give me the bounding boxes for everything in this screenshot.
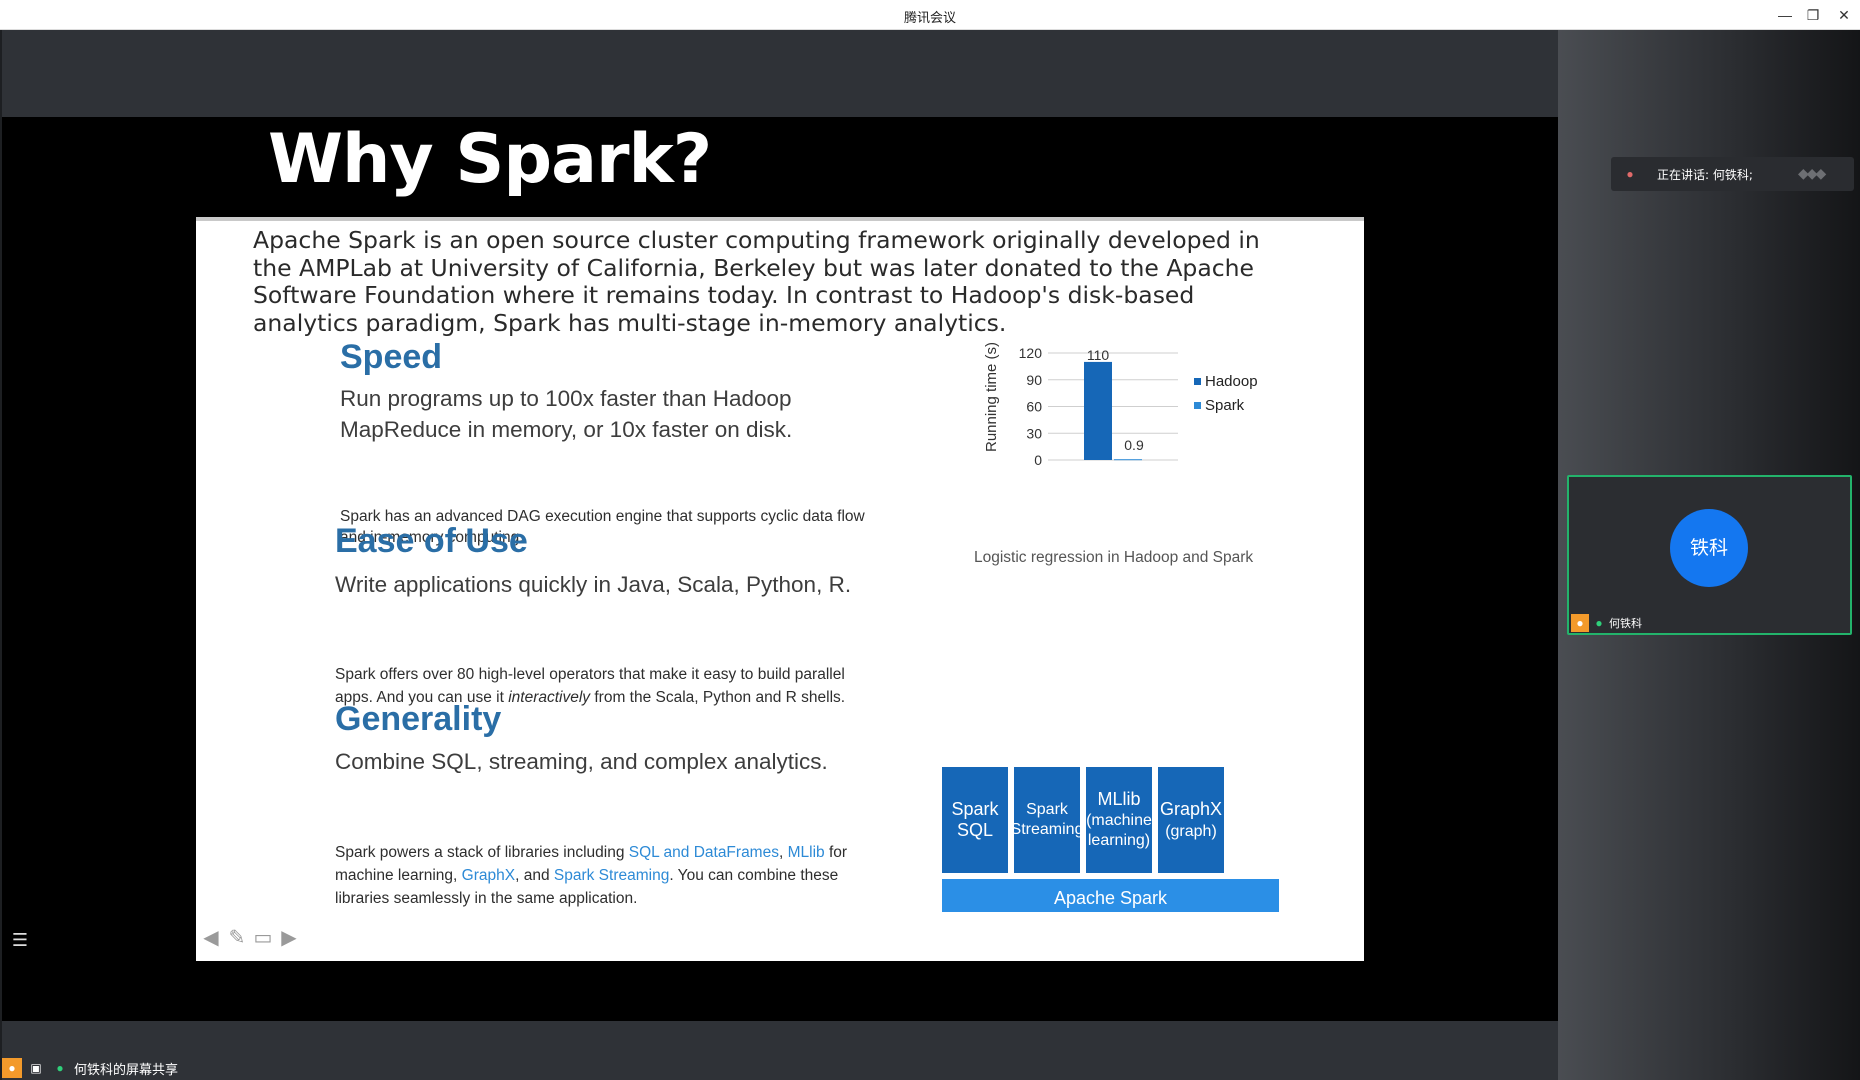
bar-hadoop <box>1084 361 1112 460</box>
avatar: 铁科 <box>1670 509 1748 587</box>
running-time-chart: 0 30 60 90 120 110 0.9 Running time (s) Hadoo… <box>983 342 1258 468</box>
stack-box1-line1: Spark <box>951 799 999 819</box>
y-tick-label: 60 <box>1026 399 1042 415</box>
speaking-indicator: ● 正在讲话: 何铁科; ◆◆◆ <box>1611 157 1854 191</box>
intro-paragraph: Apache Spark is an open source cluster c… <box>253 226 1260 337</box>
ease-heading: Ease of Use <box>335 522 528 560</box>
legend-label: Spark <box>1205 397 1245 414</box>
participant-video-tile[interactable]: 铁科 ● ● 何铁科 <box>1567 475 1852 635</box>
window-title: 腾讯会议 <box>903 10 956 25</box>
share-top-band <box>2 30 1558 117</box>
stack-apache-spark: Apache Spark <box>942 879 1279 912</box>
y-tick-label: 30 <box>1026 425 1042 441</box>
stack-mllib: MLlib (machine learning) <box>1086 767 1152 873</box>
screen-share-icon: ▣ <box>30 1061 42 1075</box>
gen-d2a: machine learning, <box>335 867 462 884</box>
title-bar: 腾讯会议 — ❐ ✕ <box>0 0 1860 30</box>
restore-icon[interactable]: ❐ <box>1800 4 1826 26</box>
generality-lead: Combine SQL, streaming, and complex anal… <box>335 749 828 774</box>
ease-lead: Write applications quickly in Java, Scal… <box>335 572 852 597</box>
participant-name: 何铁科 <box>1609 617 1642 630</box>
mic-muted-icon: ● <box>1626 167 1634 181</box>
generality-detail-1: Spark powers a stack of libraries includ… <box>335 841 847 864</box>
data-label: 0.9 <box>1124 437 1144 453</box>
user-icon: ● <box>2 1058 22 1078</box>
link-mllib[interactable]: MLlib <box>788 844 825 861</box>
stack-box3-line3: learning) <box>1087 832 1151 849</box>
y-tick-label: 120 <box>1019 345 1043 361</box>
link-graphx[interactable]: GraphX <box>462 867 515 884</box>
participant-footer: ● ● 何铁科 <box>1571 613 1642 633</box>
slide-content: Apache Spark is an open source cluster c… <box>196 217 1364 961</box>
share-bottom-band <box>2 1021 1558 1080</box>
list-icon[interactable]: ☰ <box>8 928 32 952</box>
chart-legend: Hadoop Spark <box>1194 373 1258 414</box>
stack-box3-line2: (machine <box>1086 812 1152 829</box>
link-spark-streaming[interactable]: Spark Streaming <box>554 867 669 884</box>
share-label: 何铁科的屏幕共享 <box>74 1062 179 1078</box>
stack-box2-line1: Spark <box>1026 801 1068 818</box>
generality-detail-3: libraries seamlessly in the same applica… <box>335 890 638 907</box>
minimize-icon[interactable]: — <box>1772 4 1798 26</box>
ease-detail-1: Spark offers over 80 high-level operator… <box>335 666 845 683</box>
stack-box1-line2: SQL <box>956 820 994 840</box>
mic-icon: ● <box>56 1061 64 1075</box>
chart-y-ticks: 0 30 60 90 120 <box>1019 345 1043 468</box>
slide-menu-icon[interactable]: ▭ <box>252 927 274 949</box>
share-status-bar: ● ▣ ● 何铁科的屏幕共享 <box>2 1057 178 1079</box>
stack-spark-sql: Spark SQL <box>942 767 1008 873</box>
y-tick-label: 0 <box>1034 452 1042 468</box>
gen-d2b: , and <box>515 867 554 884</box>
generality-detail-2: machine learning, GraphX, and Spark Stre… <box>335 864 838 887</box>
pen-icon[interactable]: ✎ <box>226 927 248 949</box>
chart-grid <box>1048 352 1178 461</box>
y-tick-label: 90 <box>1026 372 1042 388</box>
ease-detail-2-em: interactively <box>508 689 591 706</box>
speaking-label: 正在讲话: 何铁科; <box>1657 168 1753 182</box>
gen-d1a: Spark powers a stack of libraries includ… <box>335 844 629 861</box>
ease-detail-2b: from the Scala, Python and R shells. <box>590 689 846 706</box>
stack-spark-streaming: Spark Streaming <box>1011 767 1083 873</box>
speed-lead-1: Run programs up to 100x faster than Hado… <box>340 386 792 411</box>
mic-icon: ● <box>1595 616 1603 630</box>
chart-caption: Logistic regression in Hadoop and Spark <box>974 549 1254 566</box>
audio-wave-icon: ◆◆◆ <box>1798 165 1826 181</box>
gen-d2c: . You can combine these <box>669 867 839 884</box>
stack-box2-line2: Streaming <box>1010 821 1084 838</box>
gen-d1c: for <box>824 844 848 861</box>
generality-heading: Generality <box>335 700 502 738</box>
chart-y-axis-label: Running time (s) <box>983 342 1000 452</box>
data-label: 110 <box>1087 347 1110 363</box>
stack-graphx: GraphX (graph) <box>1158 767 1224 873</box>
bar-spark <box>1114 459 1142 461</box>
arrow-left-icon[interactable]: ◀ <box>200 927 222 949</box>
legend-swatch <box>1194 378 1201 385</box>
arrow-right-icon[interactable]: ▶ <box>278 927 300 949</box>
gen-d1b: , <box>778 844 788 861</box>
slide-toolbar: ◀ ✎ ▭ ▶ <box>200 927 300 949</box>
close-icon[interactable]: ✕ <box>1831 4 1857 26</box>
legend-swatch <box>1194 402 1201 409</box>
stack-box4-line2: (graph) <box>1165 822 1217 840</box>
stack-box4-line1: GraphX <box>1159 798 1223 819</box>
slide-title: Why Spark? <box>268 120 712 199</box>
speed-heading: Speed <box>340 338 443 376</box>
participants-panel: ● 正在讲话: 何铁科; ◆◆◆ 铁科 ● ● 何铁科 <box>1558 30 1860 1080</box>
link-sql-dataframes[interactable]: SQL and DataFrames <box>629 844 779 861</box>
legend-label: Hadoop <box>1205 373 1258 390</box>
speed-lead-2: MapReduce in memory, or 10x faster on di… <box>340 417 793 442</box>
user-icon: ● <box>1571 614 1589 632</box>
stack-box3-line1: MLlib <box>1097 789 1141 809</box>
